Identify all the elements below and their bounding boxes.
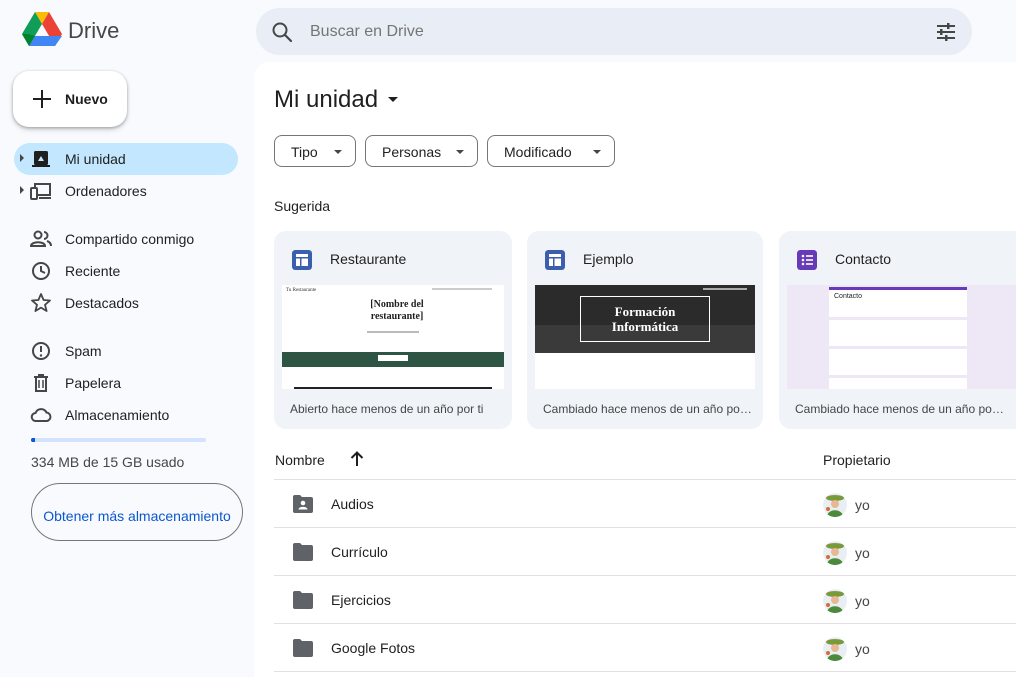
star-icon bbox=[31, 293, 51, 312]
sidebar-item-label: Mi unidad bbox=[65, 151, 126, 167]
filter-people-chip[interactable]: Personas bbox=[365, 135, 478, 167]
clock-icon bbox=[32, 262, 50, 280]
file-row[interactable]: Google Fotos yo bbox=[274, 624, 1016, 672]
thumbnail-title: Contacto bbox=[834, 293, 863, 300]
owner-avatar bbox=[823, 493, 847, 517]
filter-type-chip[interactable]: Tipo bbox=[274, 135, 356, 167]
expand-arrow-icon[interactable] bbox=[20, 154, 24, 162]
page-title[interactable]: Mi unidad bbox=[274, 86, 378, 114]
filter-label: Tipo bbox=[291, 144, 318, 160]
card-file-name: Restaurante bbox=[330, 251, 407, 267]
card-file-name: Contacto bbox=[835, 251, 892, 267]
card-file-activity: Abierto hace menos de un año por ti bbox=[290, 402, 484, 416]
suggested-file-card[interactable]: Ejemplo Formación Informática Cambiado h… bbox=[527, 231, 763, 429]
file-list-header: Nombre Propietario bbox=[274, 440, 1016, 480]
search-bar[interactable] bbox=[256, 8, 972, 55]
new-button[interactable]: Nuevo bbox=[13, 71, 127, 127]
plus-icon bbox=[33, 90, 51, 108]
google-forms-icon bbox=[797, 250, 817, 270]
file-owner: yo bbox=[855, 593, 870, 609]
file-name: Ejercicios bbox=[331, 592, 391, 608]
app-name: Drive bbox=[68, 18, 120, 43]
owner-avatar bbox=[823, 637, 847, 661]
dropdown-arrow-icon bbox=[593, 150, 601, 154]
card-file-activity: Cambiado hace menos de un año por ti bbox=[543, 402, 753, 416]
shared-folder-icon bbox=[293, 495, 313, 513]
file-thumbnail: Formación Informática bbox=[535, 285, 755, 389]
search-options-icon[interactable] bbox=[934, 20, 958, 44]
get-more-storage-button[interactable]: Obtener más almacenamiento bbox=[31, 483, 243, 541]
my-drive-icon bbox=[32, 151, 50, 167]
google-drive-logo-icon[interactable] bbox=[22, 12, 62, 48]
file-name: Google Fotos bbox=[331, 640, 416, 656]
thumbnail-title: Formación bbox=[614, 304, 676, 319]
dropdown-arrow-icon bbox=[334, 150, 342, 154]
file-row[interactable]: Currículo yo bbox=[274, 528, 1016, 576]
suggested-file-card[interactable]: Restaurante Tu Restaurante [Nombre del r… bbox=[274, 231, 512, 429]
computers-icon bbox=[30, 183, 51, 200]
thumbnail-title: [Nombre del restaurante] bbox=[370, 299, 424, 322]
sidebar-item-spam[interactable]: Spam bbox=[14, 335, 238, 367]
trash-icon bbox=[34, 374, 48, 392]
thumbnail-title: Informática bbox=[611, 319, 679, 334]
sidebar-item-recent[interactable]: Reciente bbox=[14, 255, 238, 287]
sidebar-item-label: Ordenadores bbox=[65, 183, 147, 199]
thumbnail-brand: Tu Restaurante bbox=[286, 288, 317, 293]
spam-icon bbox=[32, 342, 50, 360]
sidebar-item-my-drive[interactable]: Mi unidad bbox=[14, 143, 238, 175]
sidebar-item-label: Reciente bbox=[65, 263, 121, 279]
sidebar-item-label: Papelera bbox=[65, 375, 122, 391]
card-file-name: Ejemplo bbox=[583, 251, 634, 267]
file-thumbnail: Contacto bbox=[787, 285, 1016, 389]
google-sites-icon bbox=[545, 250, 565, 270]
sidebar-item-label: Compartido conmigo bbox=[65, 231, 195, 247]
suggested-heading: Sugerida bbox=[274, 198, 331, 214]
owner-avatar bbox=[823, 589, 847, 613]
google-sites-icon bbox=[292, 250, 312, 270]
sidebar-item-label: Destacados bbox=[65, 295, 139, 311]
sidebar-item-storage[interactable]: Almacenamiento bbox=[14, 399, 238, 431]
sidebar-item-shared-with-me[interactable]: Compartido conmigo bbox=[14, 223, 238, 255]
file-thumbnail: Tu Restaurante [Nombre del restaurante] bbox=[282, 285, 504, 389]
sidebar-item-starred[interactable]: Destacados bbox=[14, 287, 238, 319]
file-owner: yo bbox=[855, 497, 870, 513]
folder-icon bbox=[293, 639, 313, 657]
file-owner: yo bbox=[855, 545, 870, 561]
people-icon bbox=[30, 230, 52, 247]
storage-progress-bar bbox=[31, 438, 206, 442]
filter-label: Personas bbox=[382, 144, 442, 160]
cloud-icon bbox=[30, 408, 52, 422]
column-header-owner[interactable]: Propietario bbox=[823, 452, 891, 468]
search-input[interactable] bbox=[310, 8, 870, 55]
filter-label: Modificado bbox=[504, 144, 572, 160]
suggested-file-card[interactable]: Contacto Contacto Cambiado hace menos de… bbox=[779, 231, 1016, 429]
expand-arrow-icon[interactable] bbox=[20, 186, 24, 194]
main-content: Mi unidad Tipo Personas Modificado Suger… bbox=[254, 62, 1016, 677]
sidebar-item-label: Almacenamiento bbox=[65, 407, 170, 423]
search-icon[interactable] bbox=[270, 20, 294, 44]
file-row[interactable]: Audios yo bbox=[274, 480, 1016, 528]
new-button-label: Nuevo bbox=[65, 91, 108, 107]
storage-usage-text: 334 MB de 15 GB usado bbox=[31, 454, 185, 470]
owner-avatar bbox=[823, 541, 847, 565]
file-owner: yo bbox=[855, 641, 870, 657]
folder-icon bbox=[293, 591, 313, 609]
sidebar-item-label: Spam bbox=[65, 343, 102, 359]
file-row[interactable]: Ejercicios yo bbox=[274, 576, 1016, 624]
filter-modified-chip[interactable]: Modificado bbox=[487, 135, 615, 167]
dropdown-arrow-icon[interactable] bbox=[388, 97, 398, 102]
storage-progress-fill bbox=[31, 438, 35, 442]
folder-icon bbox=[293, 543, 313, 561]
file-name: Audios bbox=[331, 496, 374, 512]
column-header-name[interactable]: Nombre bbox=[275, 452, 325, 468]
dropdown-arrow-icon bbox=[456, 150, 464, 154]
sort-ascending-icon[interactable] bbox=[348, 450, 366, 468]
sidebar-item-computers[interactable]: Ordenadores bbox=[14, 175, 238, 207]
sidebar-item-trash[interactable]: Papelera bbox=[14, 367, 238, 399]
card-file-activity: Cambiado hace menos de un año por ti bbox=[795, 402, 1005, 416]
file-name: Currículo bbox=[331, 544, 388, 560]
